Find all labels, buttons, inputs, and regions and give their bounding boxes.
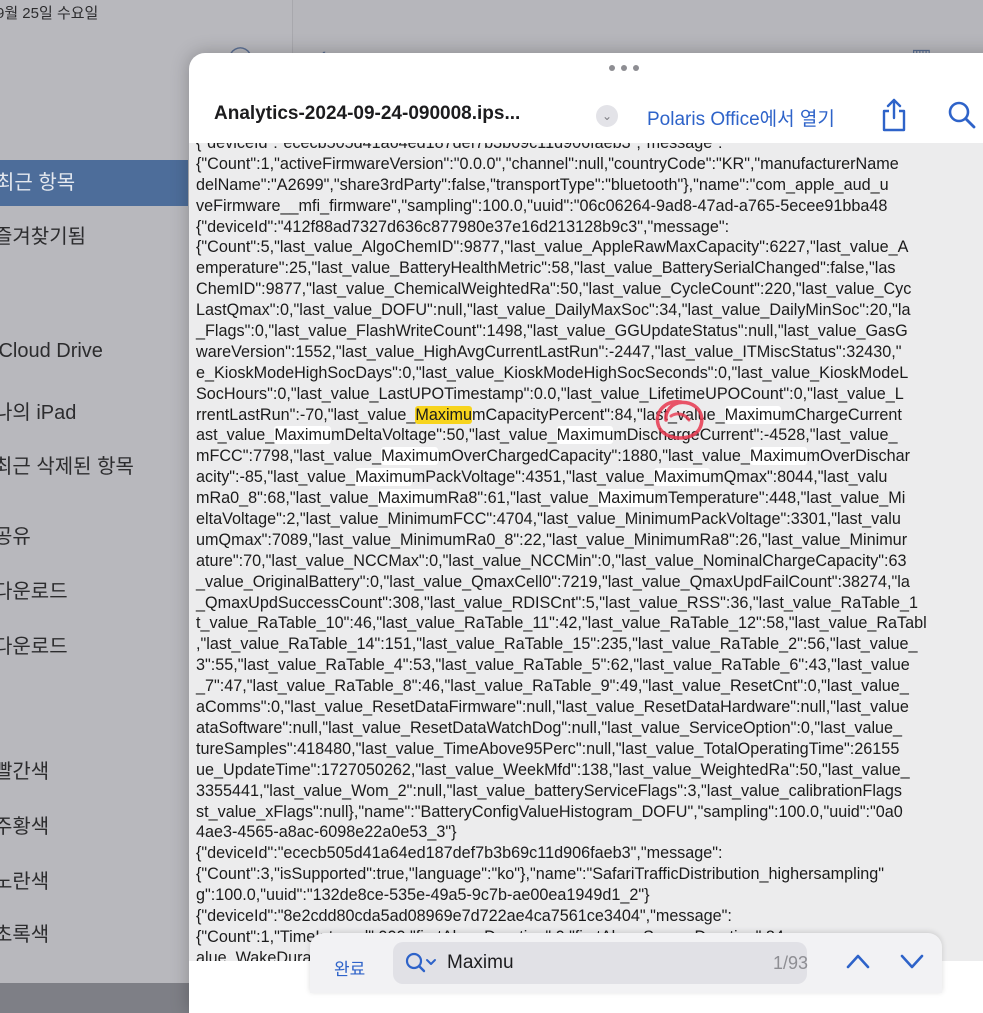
- share-icon[interactable]: [879, 97, 909, 133]
- sidebar-item[interactable]: 빨간색: [0, 755, 49, 784]
- search-match: Maximu: [377, 489, 435, 508]
- sheet-grabber[interactable]: [609, 63, 639, 73]
- search-match: Maximu: [653, 468, 711, 487]
- document-line: 3":55,"last_value_RaTable_4":53,"last_va…: [196, 656, 910, 675]
- sidebar-item-label: 최근 삭제된 항목: [0, 456, 134, 478]
- document-line: veFirmware__mfi_firmware","sampling":100…: [196, 196, 888, 215]
- document-line: {"deviceId":"ececb505d41a64ed187def7b3b6…: [196, 844, 723, 863]
- document-line: 4ae3-4565-a8ac-6098e22a0e53_3"}: [196, 823, 457, 842]
- search-match: Maximu: [597, 489, 655, 508]
- search-match: Maximu: [556, 426, 614, 445]
- sidebar-item[interactable]: 다운로드: [0, 630, 68, 659]
- search-match: Maximu: [355, 468, 412, 487]
- document-line: ue_UpdateTime":1727050262,"last_value_We…: [196, 760, 910, 779]
- sidebar-item[interactable]: 노란색: [0, 865, 49, 894]
- open-in-polaris-button[interactable]: Polaris Office에서 열기: [647, 104, 835, 131]
- sidebar-item-label: 다운로드: [0, 636, 68, 658]
- search-options-icon[interactable]: [405, 952, 437, 974]
- sidebar-item[interactable]: 즐겨찾기됨: [0, 220, 86, 249]
- sidebar-item[interactable]: 나의 iPad: [0, 396, 76, 425]
- sidebar-item-label: 공유: [0, 526, 31, 548]
- document-line: tureSamples":418480,"last_value_TimeAbov…: [196, 739, 900, 758]
- search-match: Maximu: [381, 447, 438, 466]
- search-match: Maximu: [274, 426, 331, 445]
- sidebar-item[interactable]: 최근 항목: [0, 160, 188, 206]
- sidebar-item[interactable]: iCloud Drive: [0, 340, 103, 363]
- document-line: mRa0_8":68,"last_value_MaximumRa8":61,"l…: [196, 489, 906, 508]
- quick-look-sheet: Analytics-2024-09-24-090008.ips... ⌄ Pol…: [189, 53, 983, 1013]
- document-line: delName":"A2699","share3rdParty":false,"…: [196, 175, 889, 194]
- sidebar-item[interactable]: 초록색: [0, 918, 49, 947]
- document-line: e_KioskModeHighSocDays":0,"last_value_Ki…: [196, 363, 909, 382]
- document-line: {"deviceId":"ececb505d41a64ed187def7b3b6…: [196, 143, 723, 152]
- sidebar-item[interactable]: 공유: [0, 520, 31, 549]
- chevron-down-icon[interactable]: ⌄: [596, 105, 618, 127]
- find-field[interactable]: 1/93: [393, 942, 809, 984]
- chevron-down-icon[interactable]: [897, 949, 927, 973]
- document-line: _7":47,"last_value_RaTable_8":46,"last_v…: [196, 677, 909, 696]
- document-line: ature":70,"last_value_NCCMax":0,"last_va…: [196, 551, 907, 570]
- status-date: 9월 25일 수요일: [0, 5, 99, 22]
- search-icon[interactable]: [947, 100, 977, 130]
- document-line: _Flags":0,"last_value_FlashWriteCount":1…: [196, 322, 908, 341]
- sidebar-item-label: 다운로드: [0, 581, 68, 603]
- document-line: mFCC":7798,"last_value_MaximumOverCharge…: [196, 447, 910, 466]
- document-line: umQmax":7089,"last_value_MinimumRa0_8":2…: [196, 530, 908, 549]
- document-line: {"Count":1,"activeFirmwareVersion":"0.0.…: [196, 154, 899, 173]
- current-search-match: Maximu: [415, 405, 473, 424]
- sidebar-item[interactable]: 다운로드: [0, 575, 68, 604]
- document-line: ast_value_MaximumDeltaVoltage":50,"last_…: [196, 426, 898, 445]
- document-line: eltaVoltage":2,"last_value_MinimumFCC":4…: [196, 510, 901, 529]
- file-title[interactable]: Analytics-2024-09-24-090008.ips...: [214, 103, 520, 125]
- document-content[interactable]: {"deviceId":"ececb505d41a64ed187def7b3b6…: [189, 143, 983, 961]
- sidebar-item-label: 노란색: [0, 871, 50, 893]
- sidebar-item-label: 최근 항목: [0, 172, 76, 194]
- document-line: {"deviceId":"8e2cdd80cda5ad08969e7d722ae…: [196, 906, 732, 925]
- document-line: LastQmax":0,"last_value_DOFU":null,"last…: [196, 301, 911, 320]
- sidebar-item-label: 즐겨찾기됨: [0, 226, 86, 248]
- document-line: ,"last_value_RaTable_14":151,"last_value…: [196, 635, 918, 654]
- done-button[interactable]: 완료: [334, 955, 365, 980]
- find-bar: 완료 1/93: [310, 933, 942, 993]
- document-line: emperature":25,"last_value_BatteryHealth…: [196, 259, 896, 278]
- document-line: wareVersion":1552,"last_value_HighAvgCur…: [196, 342, 902, 361]
- document-line: 3355441,"last_value_Wom_2":null,"last_va…: [196, 781, 903, 800]
- match-count: 1/93: [773, 953, 809, 973]
- sidebar-item-label: 빨간색: [0, 761, 50, 783]
- document-line: t_value_RaTable_10":46,"last_value_RaTab…: [196, 614, 927, 633]
- document-line: st_value_xFlags":null},"name":"BatteryCo…: [196, 802, 903, 821]
- sidebar-item[interactable]: 주황색: [0, 810, 49, 839]
- document-line: aComms":0,"last_value_ResetDataFirmware"…: [196, 698, 909, 717]
- document-text: {"deviceId":"ececb505d41a64ed187def7b3b6…: [196, 143, 927, 961]
- document-line: rrentLastRun":-70,"last_value_MaximumCap…: [196, 405, 902, 424]
- sidebar-item-label: 나의 iPad: [0, 402, 77, 424]
- document-line: acity":-85,"last_value_MaximumPackVoltag…: [196, 468, 888, 487]
- document-line: _value_OriginalBattery":0,"last_value_Qm…: [196, 572, 910, 591]
- find-input[interactable]: [447, 950, 747, 976]
- chevron-up-icon[interactable]: [843, 949, 873, 973]
- sidebar-item-label: 초록색: [0, 924, 50, 946]
- document-line: SocHours":0,"last_value_LastUPOTimestamp…: [196, 384, 904, 403]
- sidebar-item-label: 주황색: [0, 816, 50, 838]
- sidebar-item[interactable]: 최근 삭제된 항목: [0, 450, 134, 479]
- document-line: {"Count":3,"isSupported":true,"language"…: [196, 865, 885, 884]
- sidebar-item-label: iCloud Drive: [0, 340, 103, 362]
- search-match: Maximu: [724, 405, 782, 424]
- document-line: ChemID":9877,"last_value_ChemicalWeighte…: [196, 280, 912, 299]
- document-line: ataSoftware":null,"last_value_ResetDataW…: [196, 718, 903, 737]
- search-match: Maximu: [749, 447, 807, 466]
- document-line: _QmaxUpdSuccessCount":308,"last_value_RD…: [196, 593, 918, 612]
- document-line: {"Count":5,"last_value_AlgoChemID":9877,…: [196, 238, 909, 257]
- document-line: g":100.0,"uuid":"132de8ce-535e-49a5-9c7b…: [196, 886, 650, 905]
- document-line: {"deviceId":"412f88ad7327d636c877980e37e…: [196, 217, 730, 236]
